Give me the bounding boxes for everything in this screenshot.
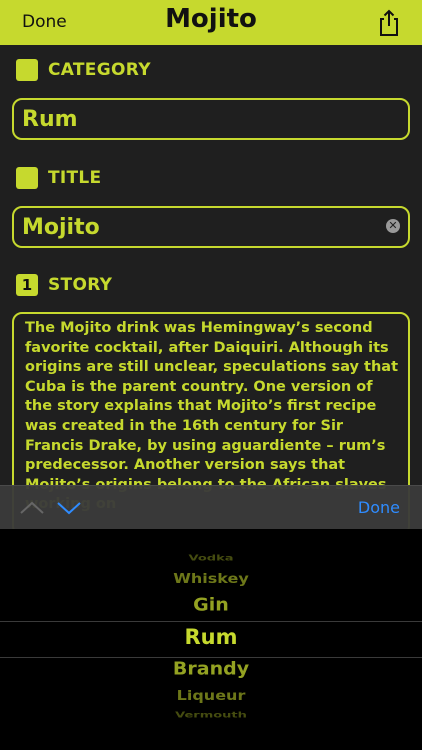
category-square-icon: [16, 59, 38, 81]
navigation-bar: Done Mojito: [0, 0, 422, 45]
title-section-label: TITLE: [16, 166, 101, 190]
clear-icon[interactable]: ✕: [386, 219, 400, 233]
category-picker[interactable]: Vodka Whiskey Gin Rum Brandy Liqueur Ver…: [0, 529, 422, 750]
title-square-icon: [16, 167, 38, 189]
category-section-label: CATEGORY: [16, 58, 151, 82]
picker-option[interactable]: Vodka: [0, 554, 422, 563]
picker-option-selected[interactable]: Rum: [0, 625, 422, 649]
page-title: Mojito: [165, 4, 257, 34]
title-value: Mojito: [22, 214, 100, 240]
picker-option[interactable]: Vermouth: [0, 711, 422, 720]
category-value: Rum: [22, 106, 78, 132]
chevron-up-icon[interactable]: [19, 499, 45, 517]
toolbar-done-button[interactable]: Done: [358, 498, 400, 517]
title-label: TITLE: [48, 168, 102, 188]
story-badge: 1: [16, 274, 38, 296]
story-label: STORY: [48, 275, 113, 295]
picker-option[interactable]: Brandy: [0, 659, 422, 680]
story-section-label: 1 STORY: [16, 273, 112, 297]
picker-option[interactable]: Gin: [0, 595, 422, 616]
picker-option[interactable]: Liqueur: [0, 688, 422, 704]
picker-selection-top-line: [0, 621, 422, 622]
chevron-down-icon[interactable]: [56, 499, 82, 517]
picker-option[interactable]: Whiskey: [0, 571, 422, 587]
title-field[interactable]: Mojito ✕: [12, 206, 410, 248]
category-label: CATEGORY: [48, 60, 151, 80]
keyboard-toolbar: Done: [0, 485, 422, 530]
category-field[interactable]: Rum: [12, 98, 410, 140]
share-icon[interactable]: [375, 8, 403, 38]
